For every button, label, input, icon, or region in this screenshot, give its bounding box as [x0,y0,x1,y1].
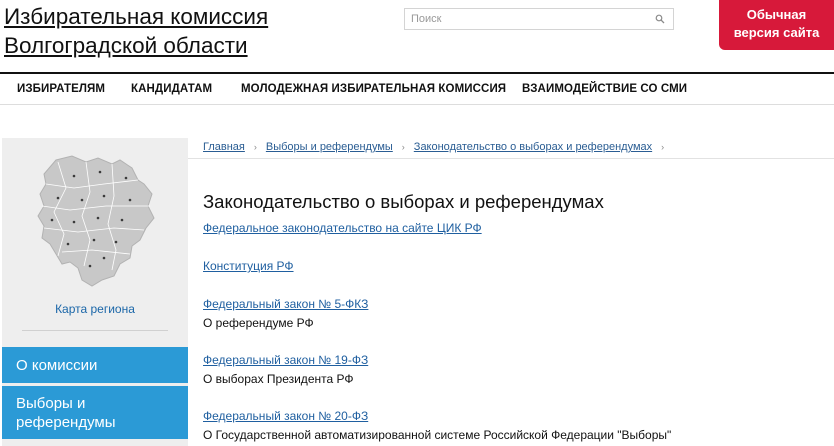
link-law-19-fz[interactable]: Федеральный закон № 19-ФЗ [203,353,368,367]
breadcrumb-divider [188,158,834,159]
nav-item-voters[interactable]: ИЗБИРАТЕЛЯМ [17,74,105,105]
region-map-box: Карта региона [2,138,188,332]
page-title: Законодательство о выборах и референдума… [203,191,604,212]
search-input[interactable] [405,9,651,29]
version-button-line1: Обычная [746,7,807,22]
nav-item-media[interactable]: ВЗАИМОДЕЙСТВИЕ СО СМИ [522,74,687,105]
region-map-image[interactable] [34,154,158,288]
region-map-label[interactable]: Карта региона [2,302,188,316]
breadcrumb-separator-icon: › [661,142,665,152]
link-constitution[interactable]: Конституция РФ [203,259,294,273]
search-icon[interactable] [655,14,665,24]
breadcrumb-separator-icon: › [253,142,257,152]
sidebar-item-about-commission[interactable]: О комиссии [2,347,188,383]
breadcrumb: Главная › Выборы и референдумы › Законодател… [203,141,673,153]
sidebar: Карта региона О комиссии Выборы и рефере… [2,138,188,446]
top-navigation: ИЗБИРАТЕЛЯМ КАНДИДАТАМ МОЛОДЕЖНАЯ ИЗБИРА… [0,72,834,105]
site-title-line1: Избирательная комиссия [4,4,269,29]
sidebar-item-label: Выборы и референдумы [16,394,116,431]
breadcrumb-elections[interactable]: Выборы и референдумы [266,141,393,153]
law-19-fz-description: О выборах Президента РФ [203,372,354,386]
link-federal-legislation-cik[interactable]: Федеральное законодательство на сайте ЦИ… [203,221,482,235]
nav-item-youth-commission[interactable]: МОЛОДЕЖНАЯ ИЗБИРАТЕЛЬНАЯ КОМИССИЯ [241,74,506,105]
site-title-link[interactable]: Избирательная комиссия Волгоградской обл… [4,2,268,60]
search-box [404,8,674,30]
law-20-fz-description: О Государственной автоматизированной сис… [203,428,672,442]
law-5-fkz-description: О референдуме РФ [203,316,314,330]
breadcrumb-home[interactable]: Главная [203,141,245,153]
site-title-line2: Волгоградской области [4,33,248,58]
sidebar-item-elections[interactable]: Выборы и референдумы [2,386,188,439]
nav-item-candidates[interactable]: КАНДИДАТАМ [131,74,212,105]
sidebar-item-label: О комиссии [16,356,98,374]
regular-version-button[interactable]: Обычная версия сайта [719,0,834,50]
map-divider [22,330,168,331]
version-button-line2: версия сайта [733,25,820,40]
link-law-5-fkz[interactable]: Федеральный закон № 5-ФКЗ [203,297,368,311]
breadcrumb-separator-icon: › [401,142,405,152]
link-law-20-fz[interactable]: Федеральный закон № 20-ФЗ [203,409,368,423]
breadcrumb-legislation[interactable]: Законодательство о выборах и референдума… [414,141,652,153]
